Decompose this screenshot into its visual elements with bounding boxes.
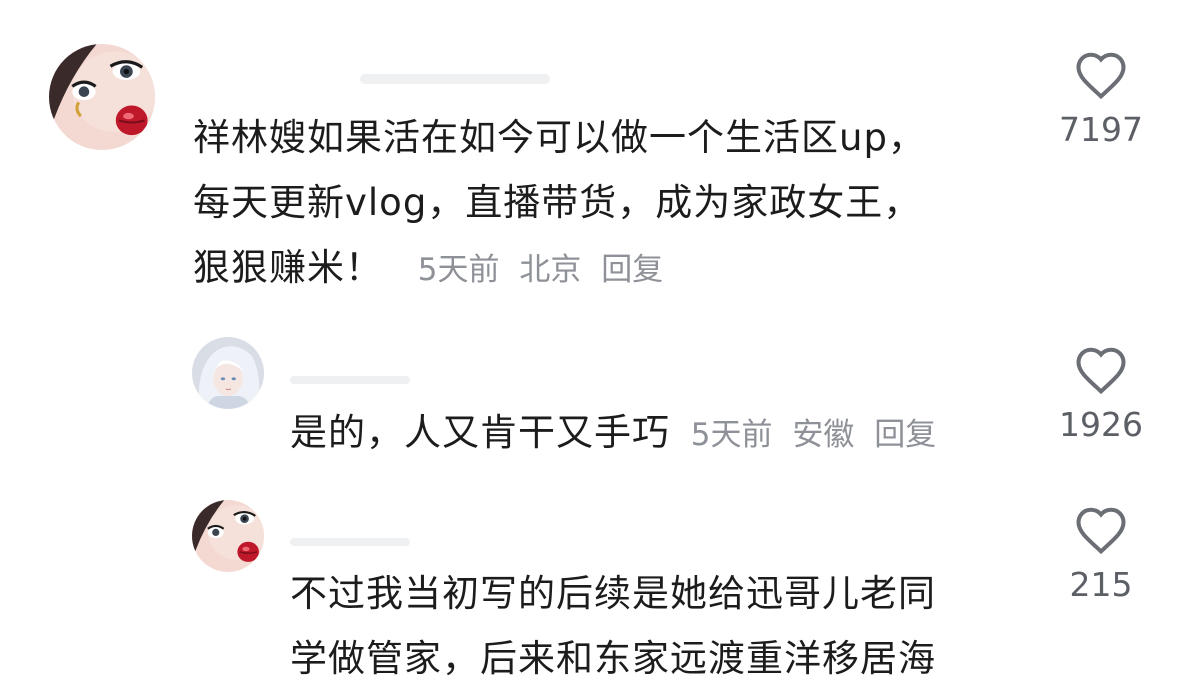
username-redacted xyxy=(360,74,550,84)
commenter-avatar[interactable] xyxy=(192,337,264,409)
like-count: 215 xyxy=(1069,565,1133,604)
like-section: 7197 xyxy=(1051,50,1151,149)
commenter-avatar[interactable] xyxy=(192,500,264,572)
comment-location: 安徽 xyxy=(792,417,855,453)
comment-line: 狠狠赚米！ xyxy=(193,246,383,289)
reply-button[interactable]: 回复 xyxy=(874,417,936,453)
like-count: 1926 xyxy=(1059,405,1143,444)
comment-location: 北京 xyxy=(519,252,582,288)
comment-text: 祥林嫂如果活在如今可以做一个生活区up， 每天更新vlog，直播带货，成为家政女… xyxy=(193,105,926,303)
username-redacted xyxy=(290,538,410,546)
comment-line: 学做管家，后来和东家远渡重洋移居海 xyxy=(290,637,936,680)
comment-text: 不过我当初写的后续是她给迅哥儿老同 学做管家，后来和东家远渡重洋移居海 xyxy=(290,561,936,691)
like-section: 215 xyxy=(1051,505,1151,604)
doll-avatar-icon xyxy=(49,44,155,150)
heart-icon[interactable] xyxy=(1074,345,1128,395)
comment-line: 不过我当初写的后续是她给迅哥儿老同 xyxy=(290,572,936,615)
comment-text: 是的，人又肯干又手巧 5天前 安徽 回复 xyxy=(290,400,946,468)
commenter-avatar[interactable] xyxy=(49,44,155,150)
like-count: 7197 xyxy=(1059,110,1143,149)
username-redacted xyxy=(290,376,410,384)
comment-time: 5天前 xyxy=(417,252,500,288)
heart-icon[interactable] xyxy=(1074,50,1128,100)
comment-line: 祥林嫂如果活在如今可以做一个生活区up， xyxy=(193,116,926,159)
comment-line: 是的，人又肯干又手巧 xyxy=(290,411,670,454)
silver-hair-avatar-icon xyxy=(192,337,264,409)
comment-line: 每天更新vlog，直播带货，成为家政女王， xyxy=(193,181,922,224)
like-section: 1926 xyxy=(1051,345,1151,444)
heart-icon[interactable] xyxy=(1074,505,1128,555)
comment-meta-line: 狠狠赚米！ 5天前 北京 回复 xyxy=(193,235,926,303)
doll-avatar-icon xyxy=(192,500,264,572)
comment-meta-line: 是的，人又肯干又手巧 5天前 安徽 回复 xyxy=(290,400,946,468)
comment-time: 5天前 xyxy=(690,417,773,453)
watermark xyxy=(1000,652,1175,686)
reply-button[interactable]: 回复 xyxy=(601,252,663,288)
